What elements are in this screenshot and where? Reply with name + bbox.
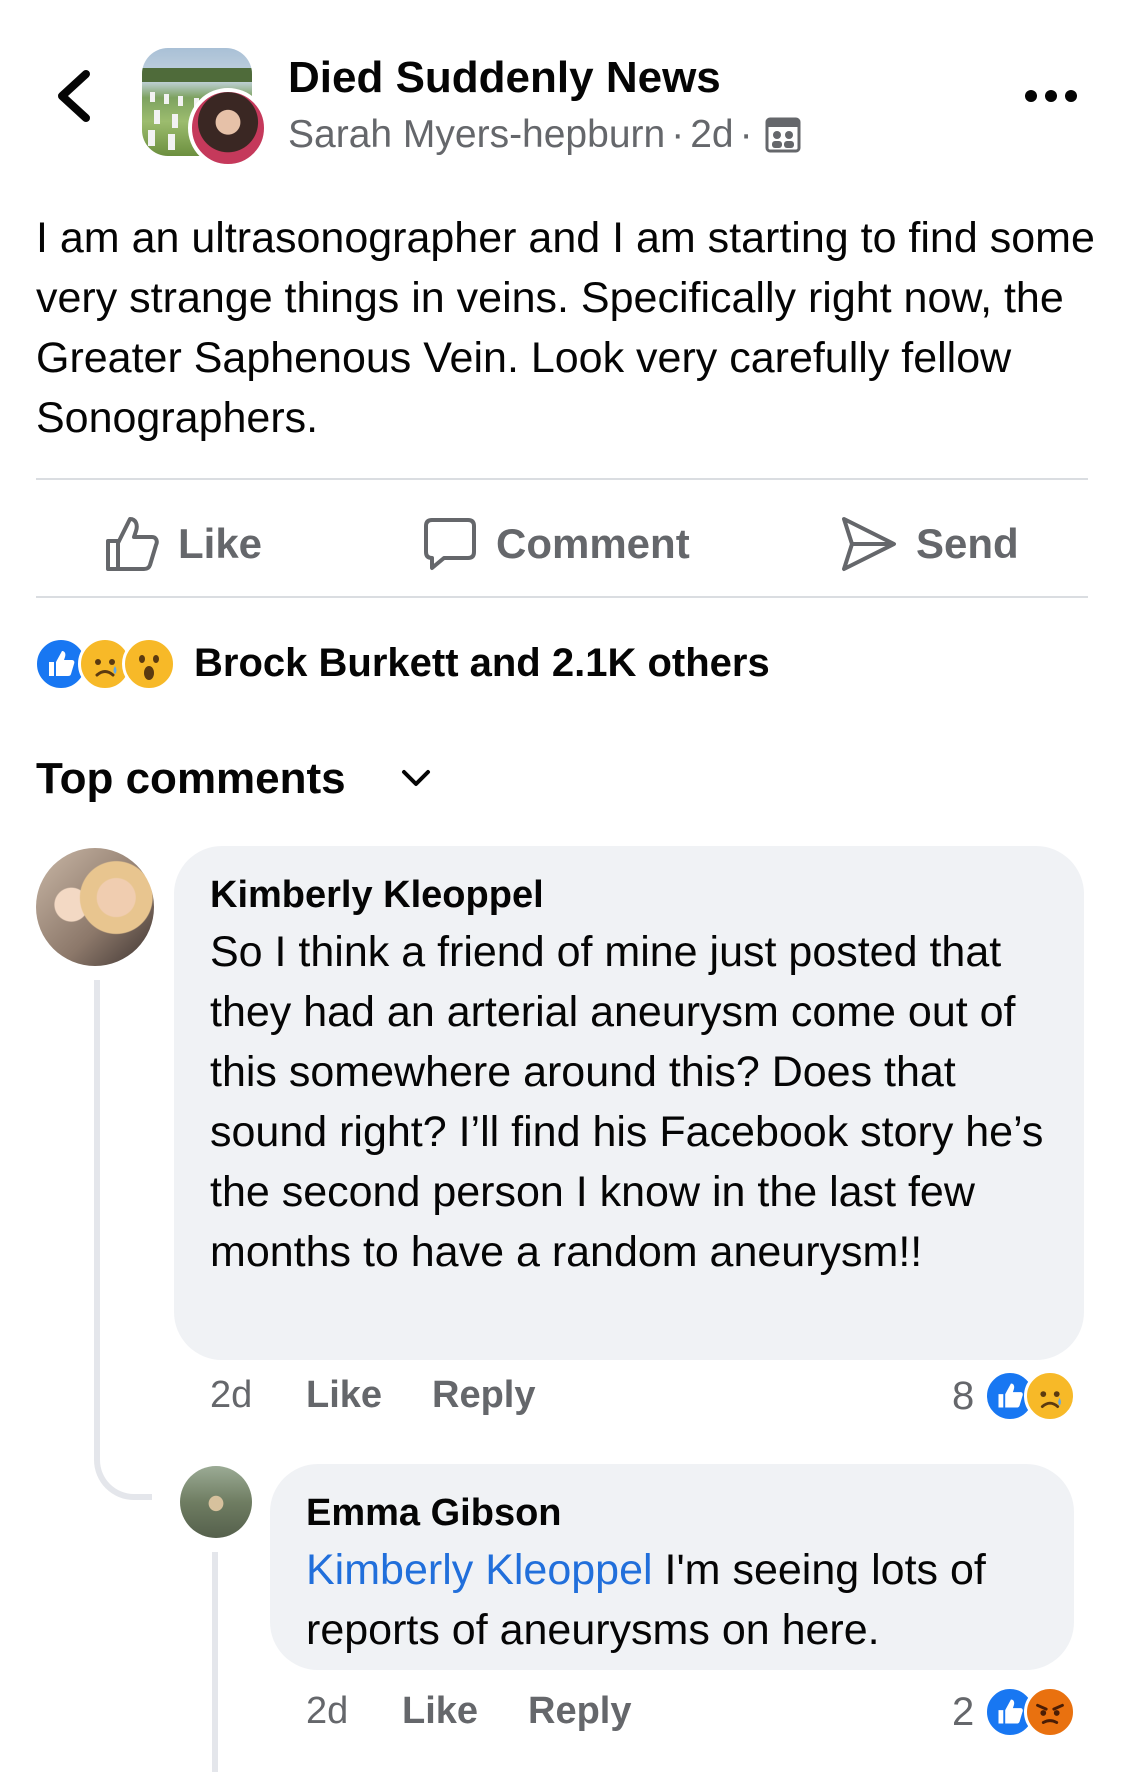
- comment-time[interactable]: 2d: [210, 1374, 252, 1417]
- reply-text: Kimberly Kleoppel I'm seeing lots of rep…: [306, 1540, 1038, 1660]
- reaction-summary[interactable]: Brock Burkett and 2.1K others: [34, 636, 770, 691]
- like-button[interactable]: Like: [104, 508, 262, 580]
- commenter-avatar[interactable]: [180, 1466, 252, 1538]
- author-avatar[interactable]: [188, 88, 268, 168]
- comment-author[interactable]: Emma Gibson: [306, 1486, 1038, 1540]
- mention-link[interactable]: Kimberly Kleoppel: [306, 1546, 653, 1594]
- send-arrow-icon: [842, 517, 896, 571]
- comment-bubble: Kimberly Kleoppel So I think a friend of…: [174, 846, 1084, 1360]
- send-label: Send: [916, 520, 1019, 567]
- comment-author[interactable]: Kimberly Kleoppel: [210, 868, 1048, 922]
- like-label: Like: [178, 520, 263, 567]
- reaction-count: 2: [952, 1689, 975, 1734]
- comment-like-button[interactable]: Like: [306, 1374, 382, 1417]
- chevron-down-icon[interactable]: [400, 766, 432, 790]
- reply-bubble: Emma Gibson Kimberly Kleoppel I'm seeing…: [270, 1464, 1074, 1670]
- comment-bubble-icon: [424, 518, 476, 570]
- comment-reply-button[interactable]: Reply: [528, 1690, 631, 1733]
- reaction-icons: [34, 637, 186, 691]
- comment-reactions[interactable]: 2: [952, 1686, 1077, 1738]
- divider: [36, 478, 1088, 480]
- reaction-summary-text[interactable]: Brock Burkett and 2.1K others: [194, 641, 770, 686]
- top-comments-filter[interactable]: Top comments: [36, 750, 346, 808]
- back-chevron-icon[interactable]: [52, 68, 98, 124]
- author-name[interactable]: Sarah Myers-hepburn: [288, 113, 665, 156]
- thumbs-up-icon: [106, 517, 159, 571]
- commenter-avatar[interactable]: [36, 848, 154, 966]
- comment-button[interactable]: Comment: [422, 508, 690, 580]
- send-button[interactable]: Send: [840, 508, 1019, 580]
- more-options-icon[interactable]: [1023, 84, 1079, 108]
- post-meta: Sarah Myers-hepburn · 2d ·: [288, 110, 801, 160]
- group-name[interactable]: Died Suddenly News: [288, 50, 721, 106]
- angry-reaction-icon: [1024, 1686, 1077, 1738]
- wow-reaction-icon: [122, 637, 176, 691]
- comment-time[interactable]: 2d: [306, 1690, 348, 1733]
- comment-text: So I think a friend of mine just posted …: [210, 928, 1044, 1276]
- comment-reply-button[interactable]: Reply: [432, 1374, 535, 1417]
- sad-reaction-icon: [1024, 1370, 1077, 1422]
- comment-reactions[interactable]: 8: [952, 1370, 1077, 1422]
- post-time[interactable]: 2d: [690, 113, 733, 156]
- group-members-icon: [765, 117, 801, 153]
- post-text: I am an ultrasonographer and I am starti…: [36, 214, 1095, 442]
- reaction-count: 8: [952, 1373, 975, 1418]
- comment-label: Comment: [496, 520, 690, 567]
- comment-like-button[interactable]: Like: [402, 1690, 478, 1733]
- divider: [36, 596, 1088, 598]
